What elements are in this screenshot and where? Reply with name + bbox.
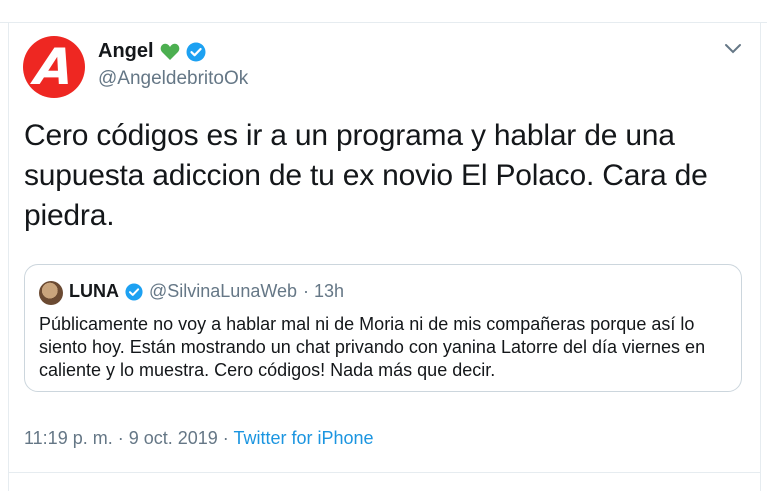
quoted-display-name[interactable]: LUNA: [69, 281, 119, 302]
quoted-handle[interactable]: @SilvinaLunaWeb: [149, 281, 297, 302]
quoted-tweet[interactable]: LUNA @SilvinaLunaWeb · 13h Públicamente …: [24, 264, 742, 392]
divider-bottom: [8, 472, 760, 473]
green-heart-icon: [160, 43, 180, 61]
avatar[interactable]: A: [23, 36, 85, 98]
verified-badge-icon: [186, 42, 206, 62]
verified-badge-icon: [125, 282, 143, 301]
quoted-text: Públicamente no voy a hablar mal ni de M…: [39, 314, 706, 380]
divider-top: [0, 22, 767, 23]
author-handle[interactable]: @AngeldebritoOk: [98, 68, 248, 90]
tweet-source-link[interactable]: Twitter for iPhone: [233, 428, 373, 448]
avatar-logo-letter: A: [31, 38, 77, 96]
tweet-meta: 11:19 p. m. · 9 oct. 2019 · Twitter for …: [24, 428, 374, 449]
chevron-down-icon[interactable]: [724, 42, 742, 56]
divider-left: [8, 22, 9, 491]
author-display-name[interactable]: Angel: [98, 40, 154, 63]
tweet-card: A Angel @AngeldebritoOk Cero códigos es …: [0, 0, 767, 491]
tweet-timestamp[interactable]: 11:19 p. m. · 9 oct. 2019 ·: [24, 428, 233, 448]
divider-right: [760, 22, 761, 491]
quoted-avatar[interactable]: [39, 281, 63, 305]
quoted-header: LUNA @SilvinaLunaWeb · 13h: [69, 281, 344, 302]
tweet-text: Cero códigos es ir a un programa y habla…: [24, 119, 708, 232]
quoted-age: · 13h: [303, 281, 345, 301]
author-name-row: Angel: [98, 40, 206, 63]
